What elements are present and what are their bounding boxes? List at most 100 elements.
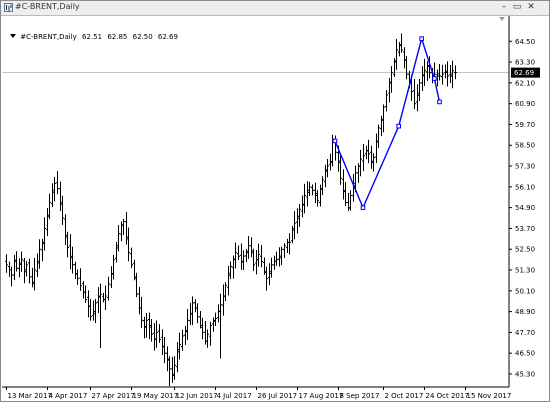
ohlc-bar <box>344 182 347 207</box>
ohlc-bar <box>385 90 388 112</box>
ohlc-bar <box>31 267 34 288</box>
zigzag-point[interactable] <box>360 205 366 210</box>
ohlc-bar <box>252 248 255 272</box>
ohlc-bar <box>87 290 90 318</box>
price-chart[interactable]: 64.50 63.30 62.10 60.90 59.70 58.50 57.30 56.10… <box>2 16 550 402</box>
info-low: 62.50 <box>132 33 153 41</box>
ohlc-bar <box>201 317 204 340</box>
y-tick-label: 60.90 <box>515 100 535 108</box>
ohlc-bar <box>97 287 100 313</box>
ohlc-bar <box>283 243 286 258</box>
zigzag-point[interactable] <box>437 99 442 105</box>
ohlc-bar <box>286 238 289 254</box>
ohlc-bar <box>382 104 385 133</box>
ohlc-bar <box>275 251 278 266</box>
y-tick-label: 63.30 <box>515 59 535 67</box>
chart-window-icon <box>4 3 13 12</box>
x-tick-label: 13 Mar 2017 <box>8 392 52 400</box>
ohlc-bar <box>240 243 243 270</box>
ohlc-bar <box>143 316 146 339</box>
ohlc-bar <box>173 356 176 380</box>
x-tick-label: 4 Apr 2017 <box>49 392 88 400</box>
ohlc-bar <box>36 253 39 277</box>
ohlc-bar <box>418 79 421 102</box>
ohlc-bar <box>349 190 352 211</box>
ohlc-bar <box>260 245 263 268</box>
y-tick-label: 58.50 <box>515 142 535 150</box>
ohlc-bar <box>145 312 148 338</box>
ohlc-bar <box>155 320 158 348</box>
x-tick-label: 12 Jun 2017 <box>176 392 218 400</box>
ohlc-bar <box>380 115 383 136</box>
ohlc-bar <box>171 356 174 383</box>
ohlc-bar <box>194 299 197 313</box>
y-tick-label: 64.50 <box>515 38 535 46</box>
ohlc-bar <box>306 181 309 207</box>
ohlc-bar <box>242 250 245 270</box>
ohlc-bar <box>237 245 240 261</box>
ohlc-bar <box>92 300 95 321</box>
ohlc-bar <box>112 254 115 280</box>
close-button[interactable]: ✕ <box>525 2 537 13</box>
ohlc-bar <box>199 311 202 329</box>
maximize-button[interactable]: ▭ <box>511 2 523 13</box>
ohlc-bar <box>127 227 130 262</box>
y-tick-label: 51.30 <box>515 267 535 275</box>
ohlc-bar <box>33 258 36 291</box>
ohlc-bar <box>405 56 408 80</box>
ohlc-bar <box>13 254 16 281</box>
ohlc-bar <box>359 149 362 177</box>
zigzag-point[interactable] <box>432 76 437 81</box>
ohlc-bar <box>301 195 304 218</box>
title-bar[interactable]: #C-BRENT,Daily – ▭ ✕ <box>1 1 549 16</box>
x-tick-label: 19 May 2017 <box>133 392 179 400</box>
chart-shift-marker-icon[interactable] <box>499 17 505 21</box>
ohlc-bar <box>342 169 345 200</box>
zigzag-point[interactable] <box>332 138 338 144</box>
ohlc-bar <box>298 203 301 227</box>
ohlc-bar <box>191 296 194 326</box>
ohlc-bar <box>217 304 220 323</box>
ohlc-bar <box>115 241 118 263</box>
y-tick-label: 62.10 <box>515 79 535 87</box>
x-tick-label: 8 Sep 2017 <box>340 392 380 400</box>
y-tick-label: 56.10 <box>515 183 535 191</box>
window-title: #C-BRENT,Daily <box>15 2 80 11</box>
y-tick-label: 50.10 <box>515 287 535 295</box>
ohlc-bar <box>140 296 143 328</box>
ohlc-bar <box>84 285 87 303</box>
x-tick-label: 26 Jul 2017 <box>258 392 298 400</box>
ohlc-bar <box>25 261 28 277</box>
ohlc-bar <box>303 183 306 214</box>
y-tick-label: 53.70 <box>515 225 535 233</box>
info-high: 62.85 <box>107 33 128 41</box>
info-open: 62.51 <box>82 33 103 41</box>
ohlc-bar <box>270 257 273 278</box>
ohlc-bar <box>122 218 125 236</box>
ohlc-bar <box>421 66 424 91</box>
chart-area[interactable]: 64.50 63.30 62.10 60.90 59.70 58.50 57.30 56.10… <box>2 16 550 402</box>
ohlc-bar <box>176 342 179 373</box>
ohlc-bar <box>316 190 319 207</box>
ohlc-bar <box>181 329 184 351</box>
ohlc-bar <box>367 139 370 164</box>
ohlc-bar <box>125 212 128 245</box>
ohlc-bar <box>288 233 291 255</box>
x-tick-label: 27 Apr 2017 <box>92 392 135 400</box>
ohlc-bar <box>209 321 212 346</box>
zigzag-point[interactable] <box>396 123 401 129</box>
ohlc-bar <box>229 261 232 280</box>
y-tick-label: 59.70 <box>515 121 535 129</box>
zigzag-line[interactable] <box>334 36 441 210</box>
chart-window: #C-BRENT,Daily – ▭ ✕ 64.50 63.30 62.10 60.9… <box>0 0 550 402</box>
ohlc-bar <box>102 292 105 303</box>
ohlc-bar <box>161 329 164 356</box>
ohlc-bar <box>438 63 441 81</box>
ohlc-bar <box>227 265 230 296</box>
zigzag-point[interactable] <box>419 36 424 41</box>
ohlc-bar <box>377 124 380 149</box>
ohlc-bar <box>186 309 189 340</box>
current-price-text: 62.69 <box>514 69 534 77</box>
ohlc-bar <box>388 77 391 103</box>
minimize-button[interactable]: – <box>498 2 510 13</box>
